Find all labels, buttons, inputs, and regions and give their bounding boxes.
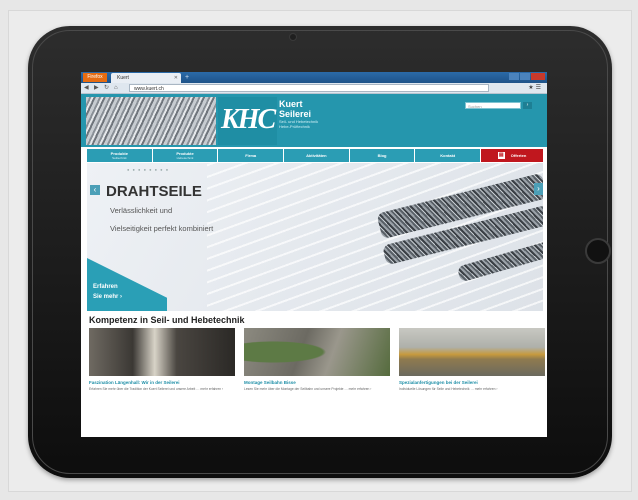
- section-title: Kompetenz in Seil- und Hebetechnik: [89, 315, 245, 325]
- nav-label: Firma: [245, 153, 257, 158]
- teaser-image[interactable]: [399, 328, 545, 376]
- nav-sublabel: Hebetechnik: [176, 156, 194, 160]
- offer-label: Offerten: [510, 153, 527, 158]
- nav-item-blog[interactable]: Blog: [349, 149, 415, 162]
- teaser-card[interactable]: Faszination Längenhall: Wir in der Seile…: [89, 328, 235, 437]
- nav-item-firma[interactable]: Firma: [218, 149, 284, 162]
- tablet-screen: Firefox Kuert ✕ + ◀ ▶ ↻ ⌂ www.kuert.ch ★…: [81, 72, 547, 437]
- slider-prev-icon[interactable]: ‹: [90, 185, 100, 195]
- teaser-card[interactable]: Spezialanfertigungen bei der Seilerei In…: [399, 328, 545, 437]
- bookmark-icon[interactable]: ★☰: [528, 84, 543, 91]
- hero-slider: ● ● ● ● ● ● ● ● ‹ › DRAHTSEILE Verlässli…: [87, 163, 543, 311]
- brand-line1: Kuert: [279, 99, 303, 109]
- slider-next-icon[interactable]: ›: [534, 183, 543, 195]
- tab-title: Kuert: [117, 75, 129, 81]
- new-tab-icon[interactable]: +: [185, 74, 189, 81]
- nav-label: Kontakt: [440, 153, 456, 158]
- nav-item-kontakt[interactable]: Kontakt: [415, 149, 481, 162]
- teaser-image[interactable]: [89, 328, 235, 376]
- logo[interactable]: KHC: [218, 97, 277, 145]
- hero-title: DRAHTSEILE: [106, 183, 202, 200]
- url-bar[interactable]: www.kuert.ch: [129, 84, 489, 92]
- teaser-title[interactable]: Faszination Längenhall: Wir in der Seile…: [89, 380, 235, 386]
- site-header: KHC Kuert Seilerei Seil- und Hebetechnik…: [81, 94, 547, 147]
- nav-label: Blog: [377, 153, 387, 158]
- hero-subtitle-line1: Verlässlichkeit und: [110, 206, 173, 215]
- hero-cta-line2[interactable]: Sie mehr ›: [93, 294, 122, 300]
- nav-sublabel: Seiltechnik: [112, 156, 127, 160]
- teaser-text: Erfahren Sie mehr über die Tradition der…: [89, 387, 224, 391]
- browser-tab[interactable]: Kuert ✕: [111, 73, 181, 83]
- logo-text: KHC: [221, 104, 276, 135]
- browser-tab-bar: Firefox Kuert ✕ +: [81, 72, 547, 83]
- document-icon: ▤: [497, 152, 505, 159]
- hero-subtitle-line2: Vielseitigkeit perfekt kombiniert: [110, 224, 214, 233]
- firefox-menu-button[interactable]: Firefox: [83, 73, 107, 82]
- close-window-icon[interactable]: [531, 73, 545, 80]
- brand-name: Kuert Seilerei Seil- und Hebetechnik Heb…: [279, 99, 419, 141]
- header-rope-image: [86, 97, 216, 145]
- search-icon[interactable]: ›: [523, 102, 532, 109]
- search-input[interactable]: Suchen: [465, 102, 521, 109]
- hero-cta-line1[interactable]: Erfahren: [93, 284, 118, 290]
- camera-icon: [289, 33, 297, 41]
- teaser-card[interactable]: Montage Seilbahn Bisse Lesen Sie mehr üb…: [244, 328, 390, 437]
- nav-label: Aktivitäten: [306, 153, 327, 158]
- minimize-icon[interactable]: [509, 73, 519, 80]
- forward-icon[interactable]: ▶: [94, 84, 99, 92]
- brand-line2: Seilerei: [279, 109, 312, 119]
- slider-dots[interactable]: ● ● ● ● ● ● ● ●: [127, 167, 169, 172]
- brand-line4: Hebe-Prüftechnik: [279, 124, 310, 129]
- reload-icon[interactable]: ↻: [104, 84, 109, 92]
- home-button[interactable]: [585, 238, 611, 264]
- maximize-icon[interactable]: [520, 73, 530, 80]
- offer-button[interactable]: ▤ Offerten: [481, 149, 544, 162]
- teaser-title[interactable]: Montage Seilbahn Bisse: [244, 380, 390, 386]
- teaser-text: Lesen Sie mehr über die Montage der Seil…: [244, 387, 372, 391]
- nav-item-produkte-hebetechnik[interactable]: Produkte Hebetechnik: [152, 149, 218, 162]
- home-icon[interactable]: ⌂: [114, 84, 118, 92]
- nav-item-aktivitaeten[interactable]: Aktivitäten: [284, 149, 349, 162]
- window-controls: [509, 73, 545, 80]
- back-icon[interactable]: ◀: [84, 84, 89, 92]
- nav-item-produkte-seiltechnik[interactable]: Produkte Seiltechnik: [87, 149, 152, 162]
- teaser-text: Individuelle Lösungen für Seile und Hebe…: [399, 387, 498, 391]
- teaser-image[interactable]: [244, 328, 390, 376]
- teaser-title[interactable]: Spezialanfertigungen bei der Seilerei: [399, 380, 545, 386]
- main-navigation: Produkte Seiltechnik Produkte Hebetechni…: [87, 149, 544, 162]
- browser-navigation-bar: ◀ ▶ ↻ ⌂ www.kuert.ch ★☰: [81, 83, 547, 94]
- close-icon[interactable]: ✕: [174, 73, 178, 83]
